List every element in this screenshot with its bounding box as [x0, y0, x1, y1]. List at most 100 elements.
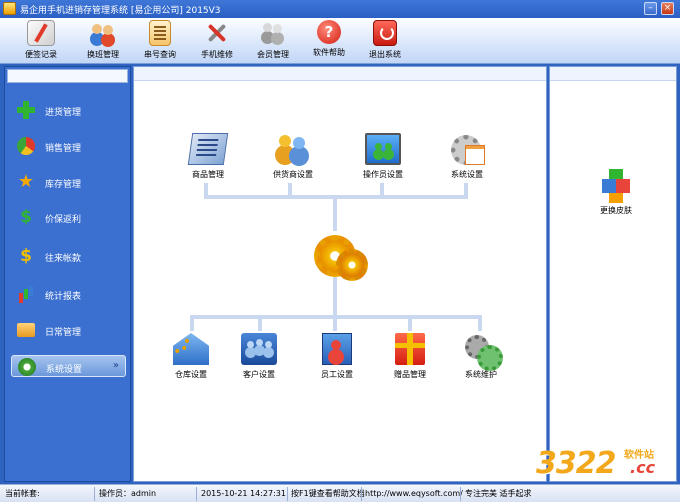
toolbar-exit-button[interactable]: 退出系统	[361, 20, 409, 62]
warehouse-icon	[173, 333, 209, 365]
operator-icon	[365, 133, 401, 165]
module-label: 系统维护	[465, 370, 497, 379]
sidebar-item-daily[interactable]: 日常管理	[11, 319, 126, 341]
module-label: 操作员设置	[363, 170, 403, 179]
sidebar-item-accounts[interactable]: $ 往来帐款	[11, 245, 126, 267]
window-title: 易企用手机进销存管理系统 [易企用公司] 2015V3	[20, 6, 221, 16]
goods-icon	[187, 133, 229, 165]
maintenance-icon	[463, 333, 503, 371]
status-divider	[287, 487, 288, 501]
toolbar-note-button[interactable]: 便签记录	[17, 20, 65, 62]
gears-icon	[314, 231, 368, 281]
module-label: 供货商设置	[273, 170, 313, 179]
main-content: 商品管理 供货商设置 操作员设置 系统设置 仓库设置 客户设置 员工设置 赠品管…	[133, 66, 547, 482]
staff-icon	[322, 333, 352, 365]
sidebar-item-price-rebate[interactable]: $ 价保返利	[11, 206, 126, 228]
help-icon: ?	[317, 20, 341, 44]
toolbar-label: 退出系统	[369, 50, 401, 59]
chevron-right-icon: »	[112, 360, 119, 371]
connector-line	[258, 317, 262, 331]
toolbar-label: 软件帮助	[313, 48, 345, 57]
toolbar-serial-button[interactable]: 串号查询	[136, 20, 184, 62]
sidebar-item-label: 销售管理	[45, 144, 82, 154]
system-settings-icon	[449, 133, 485, 165]
connector-line	[380, 183, 384, 197]
connector-line	[478, 317, 482, 331]
repair-tools-icon	[203, 20, 231, 46]
current-account-label: 当前帐套:	[5, 489, 40, 498]
star-icon: ★	[17, 171, 35, 192]
watermark-domain: .cc	[630, 458, 656, 477]
sidebar-item-label: 往来帐款	[45, 254, 82, 264]
change-skin-button[interactable]: 更换皮肤	[588, 171, 644, 216]
sidebar-item-label: 价保返利	[45, 215, 82, 225]
status-divider	[94, 487, 95, 501]
module-operator-settings[interactable]: 操作员设置	[348, 133, 418, 185]
sidebar-item-label: 库存管理	[45, 180, 82, 190]
title-bar: 易企用手机进销存管理系统 [易企用公司] 2015V3 – ×	[0, 0, 680, 18]
toolbar-label: 手机维修	[201, 50, 233, 59]
toolbar-label: 串号查询	[144, 50, 176, 59]
module-label: 系统设置	[451, 170, 483, 179]
module-staff-settings[interactable]: 员工设置	[302, 333, 372, 385]
minimize-button[interactable]: –	[644, 2, 657, 15]
website-link[interactable]: http://www.eqysoft.com/	[365, 488, 463, 500]
dollar-green-icon: $	[20, 207, 32, 227]
connector-line	[288, 183, 292, 197]
connector-line	[190, 317, 194, 331]
sidebar-item-system[interactable]: 系统设置 »	[11, 355, 126, 377]
toolbar-label: 便签记录	[25, 50, 57, 59]
module-label: 商品管理	[192, 170, 224, 179]
connector-line	[333, 317, 337, 331]
module-label: 赠品管理	[394, 370, 426, 379]
shift-people-icon	[89, 20, 117, 46]
left-panel-header	[7, 69, 128, 83]
main-toolbar: 便签记录 换班管理 串号查询 手机维修 会员管理 ? 软件帮助 退出系统	[0, 18, 680, 64]
supplier-icon	[275, 133, 311, 165]
sidebar-item-label: 日常管理	[45, 328, 82, 338]
sidebar-item-label: 统计报表	[45, 292, 82, 302]
toolbar-label: 换班管理	[87, 50, 119, 59]
close-button[interactable]: ×	[661, 2, 674, 15]
toolbar-help-button[interactable]: ? 软件帮助	[305, 20, 353, 62]
toolbar-members-button[interactable]: 会员管理	[249, 20, 297, 62]
connector-line	[464, 183, 468, 197]
main-header	[134, 67, 546, 81]
bar-chart-icon	[17, 285, 35, 303]
gift-icon	[395, 333, 425, 365]
app-window: 易企用手机进销存管理系统 [易企用公司] 2015V3 – × 便签记录 换班管…	[0, 0, 680, 502]
connector-line	[333, 275, 337, 317]
gear-icon	[18, 358, 36, 376]
slogan-status: 专注完美 适手起求	[465, 489, 532, 498]
sidebar-item-sales[interactable]: 销售管理	[11, 135, 126, 157]
module-label: 员工设置	[321, 370, 353, 379]
module-system-maintenance[interactable]: 系统维护	[446, 333, 516, 385]
members-icon	[259, 20, 287, 46]
sidebar-item-inventory[interactable]: ★ 库存管理	[11, 171, 126, 193]
module-customer-settings[interactable]: 客户设置	[224, 333, 294, 385]
module-supplier-settings[interactable]: 供货商设置	[258, 133, 328, 185]
note-pen-icon	[27, 20, 55, 46]
module-system-settings[interactable]: 系统设置	[432, 133, 502, 185]
module-label: 客户设置	[243, 370, 275, 379]
right-panel-header	[550, 67, 676, 81]
sidebar-item-reports[interactable]: 统计报表	[11, 283, 126, 305]
change-skin-label: 更换皮肤	[600, 206, 632, 215]
toolbar-shift-button[interactable]: 换班管理	[79, 20, 127, 62]
module-warehouse-settings[interactable]: 仓库设置	[156, 333, 226, 385]
sidebar-item-label: 系统设置	[46, 365, 83, 375]
sidebar-item-purchase[interactable]: 进货管理	[11, 99, 126, 121]
module-goods-management[interactable]: 商品管理	[173, 133, 243, 185]
module-gift-management[interactable]: 赠品管理	[375, 333, 445, 385]
right-panel: 更换皮肤	[549, 66, 677, 482]
status-divider	[196, 487, 197, 501]
left-navigation: 进货管理 销售管理 ★ 库存管理 $ 价保返利 $ 往来帐款 统计报表 日常管理…	[4, 66, 131, 482]
toolbar-label: 会员管理	[257, 50, 289, 59]
watermark-number: 3322	[536, 446, 616, 481]
customer-icon	[241, 333, 277, 365]
toolbar-repair-button[interactable]: 手机维修	[193, 20, 241, 62]
site-watermark: 3322 软件站 .cc	[530, 442, 680, 488]
plus-icon	[17, 101, 35, 119]
exit-power-icon	[373, 20, 397, 46]
module-label: 仓库设置	[175, 370, 207, 379]
